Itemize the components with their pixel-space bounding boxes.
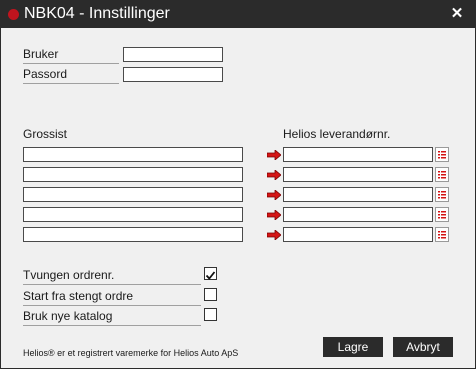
list-icon bbox=[438, 171, 446, 179]
settings-window: NBK04 - Innstillinger ✕ Bruker Passord G… bbox=[0, 0, 476, 369]
save-button[interactable]: Lagre bbox=[323, 337, 383, 357]
supplier-input-2[interactable] bbox=[283, 167, 433, 182]
checkbox-use-new-catalog[interactable] bbox=[204, 308, 217, 321]
supplier-list-button-3[interactable] bbox=[435, 187, 449, 202]
checkbox-forced-order-number[interactable] bbox=[204, 267, 217, 280]
supplier-list-button-4[interactable] bbox=[435, 207, 449, 222]
wholesaler-input-3[interactable] bbox=[23, 187, 243, 202]
cancel-button[interactable]: Avbryt bbox=[393, 337, 453, 357]
wholesaler-input-4[interactable] bbox=[23, 207, 243, 222]
user-label: Bruker bbox=[23, 47, 119, 64]
supplier-input-5[interactable] bbox=[283, 227, 433, 242]
supplier-list-button-5[interactable] bbox=[435, 227, 449, 242]
password-field[interactable] bbox=[123, 67, 223, 82]
list-icon bbox=[438, 151, 446, 159]
wholesaler-input-2[interactable] bbox=[23, 167, 243, 182]
app-status-dot-icon bbox=[8, 9, 19, 20]
red-right-arrow-icon bbox=[267, 190, 281, 200]
title-bar[interactable]: NBK04 - Innstillinger ✕ bbox=[1, 1, 475, 28]
list-icon bbox=[438, 191, 446, 199]
close-button[interactable]: ✕ bbox=[447, 4, 467, 24]
option-label-forced-order-number: Tvungen ordrenr. bbox=[23, 268, 201, 285]
supplier-number-header: Helios leverandørnr. bbox=[283, 127, 391, 141]
trademark-notice: Helios® er et registrert varemerke for H… bbox=[23, 348, 239, 358]
wholesaler-input-5[interactable] bbox=[23, 227, 243, 242]
window-title: NBK04 - Innstillinger bbox=[24, 5, 170, 22]
supplier-list-button-2[interactable] bbox=[435, 167, 449, 182]
red-right-arrow-icon bbox=[267, 210, 281, 220]
red-right-arrow-icon bbox=[267, 150, 281, 160]
password-label: Passord bbox=[23, 67, 119, 84]
checkbox-start-from-closed-order[interactable] bbox=[204, 288, 217, 301]
list-icon bbox=[438, 211, 446, 219]
wholesaler-header: Grossist bbox=[23, 127, 68, 141]
supplier-input-3[interactable] bbox=[283, 187, 433, 202]
option-label-start-from-closed-order: Start fra stengt ordre bbox=[23, 289, 201, 306]
user-field[interactable] bbox=[123, 47, 223, 62]
supplier-input-4[interactable] bbox=[283, 207, 433, 222]
red-right-arrow-icon bbox=[267, 230, 281, 240]
option-label-use-new-catalog: Bruk nye katalog bbox=[23, 309, 201, 326]
list-icon bbox=[438, 231, 446, 239]
supplier-input-1[interactable] bbox=[283, 147, 433, 162]
checkmark-icon bbox=[205, 271, 216, 280]
wholesaler-input-1[interactable] bbox=[23, 147, 243, 162]
supplier-list-button-1[interactable] bbox=[435, 147, 449, 162]
red-right-arrow-icon bbox=[267, 170, 281, 180]
